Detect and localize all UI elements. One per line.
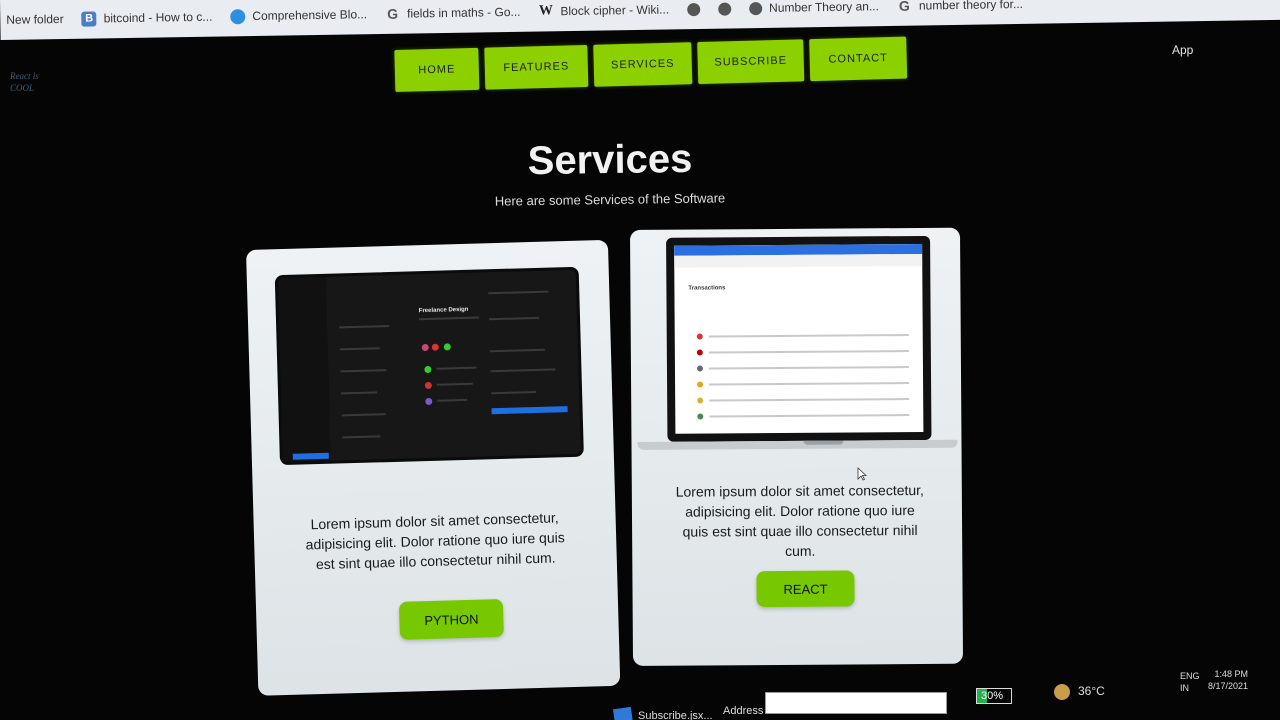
bookmark-label: fields in maths - Go... <box>406 4 521 21</box>
bookmark-label: Block cipher - Wiki... <box>560 2 670 19</box>
globe-icon <box>687 2 701 16</box>
services-title: Services <box>527 136 693 184</box>
weather-icon[interactable] <box>1054 684 1070 700</box>
react-button[interactable]: REACT <box>756 570 855 608</box>
service-card-python: Freelance Design Lorem ipsum dolor sit a… <box>246 239 621 696</box>
logo-line-2: COOL <box>10 83 35 93</box>
address-input[interactable] <box>765 692 947 714</box>
blue-circle-icon <box>230 8 246 24</box>
taskbar: Subscribe.jsx... Address 30% 36°C ENG IN… <box>480 669 1280 720</box>
globe-icon <box>717 2 732 16</box>
nav-contact-button[interactable]: CONTACT <box>809 36 908 82</box>
bookmark-label: Number Theory an... <box>768 0 880 15</box>
service-card-description: Lorem ipsum dolor sit amet consectetur, … <box>305 509 565 573</box>
clock[interactable]: 1:48 PM 8/17/2021 <box>1208 668 1248 692</box>
bookmark-comprehensive[interactable]: Comprehensive Blo... <box>230 7 367 24</box>
mouse-cursor-icon <box>857 467 867 481</box>
services-subtitle: Here are some Services of the Software <box>494 190 726 209</box>
language-code: ENG <box>1180 671 1200 681</box>
nav-subscribe-button[interactable]: SUBSCRIBE <box>697 39 805 85</box>
service-card-react: Transactions Lorem ipsum dolor sit amet … <box>630 227 964 666</box>
bookmark-label: Comprehensive Blo... <box>252 7 368 24</box>
bookmark-label: New folder <box>6 12 64 27</box>
laptop-mockup-image: Transactions <box>637 235 958 450</box>
google-icon: G <box>387 5 399 22</box>
battery-icon[interactable]: 30% <box>976 688 1012 704</box>
bitcoin-stackexchange-icon: B <box>81 10 97 27</box>
bookmark-globe-1[interactable] <box>687 2 701 16</box>
wikipedia-icon: W <box>538 3 554 19</box>
mockup-title: Freelance Design <box>418 306 469 315</box>
address-label: Address <box>723 705 764 717</box>
google-icon: G <box>898 0 910 14</box>
globe-icon <box>748 1 763 15</box>
bookmark-globe-2[interactable] <box>717 2 732 16</box>
taskbar-app-label[interactable]: Subscribe.jsx... <box>638 710 713 720</box>
nav-services-button[interactable]: SERVICES <box>593 42 693 87</box>
bookmark-bitcoind[interactable]: B bitcoind - How to c... <box>81 9 213 27</box>
bookmark-label: number theory for... <box>918 0 1024 13</box>
logo-line-1: React is <box>10 71 39 81</box>
python-button[interactable]: PYTHON <box>398 598 504 640</box>
language-indicator[interactable]: ENG IN <box>1180 670 1200 694</box>
clock-date: 8/17/2021 <box>1208 681 1249 691</box>
region-code: IN <box>1180 683 1189 693</box>
vscode-icon[interactable] <box>612 706 634 720</box>
service-card-description: Lorem ipsum dolor sit amet consectetur, … <box>675 481 924 559</box>
bookmark-label: bitcoind - How to c... <box>103 9 213 26</box>
bookmark-number-theory[interactable]: Number Theory an... <box>748 0 880 15</box>
dark-app-mockup-image: Freelance Design <box>274 266 584 466</box>
site-logo[interactable]: React is COOL <box>10 70 39 94</box>
nav-home-button[interactable]: HOME <box>394 47 480 92</box>
nav-app-link[interactable]: App <box>1172 43 1193 57</box>
battery-percent: 30% <box>981 690 1004 702</box>
nav-features-button[interactable]: FEATURES <box>484 44 589 90</box>
bookmark-new-folder[interactable]: New folder <box>6 12 64 27</box>
bookmark-block-cipher[interactable]: W Block cipher - Wiki... <box>538 2 669 19</box>
temperature[interactable]: 36°C <box>1078 684 1105 698</box>
mockup-title: Transactions <box>688 285 726 292</box>
bookmark-number-theory-2[interactable]: G number theory for... <box>897 0 1024 14</box>
main-nav: HOME FEATURES SERVICES SUBSCRIBE CONTACT <box>394 24 915 98</box>
clock-time: 1:48 PM <box>1214 669 1249 679</box>
bookmark-fields-in-maths[interactable]: G fields in maths - Go... <box>385 4 521 22</box>
